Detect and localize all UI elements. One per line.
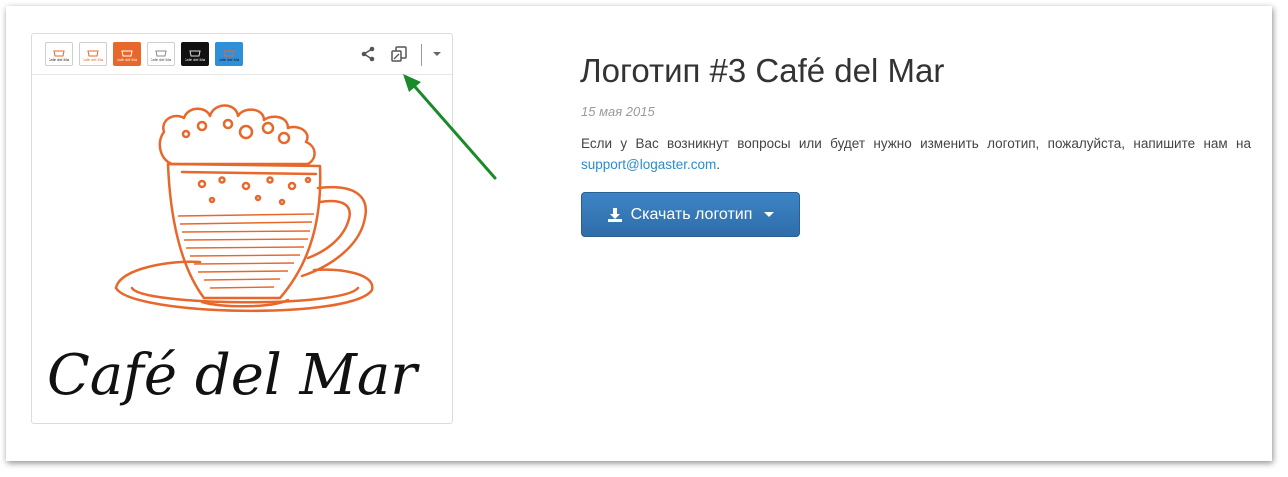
logo-date: 15 мая 2015 xyxy=(581,104,655,119)
logo-toolbar: Café del Mar Café del Mar Café del Mar C… xyxy=(32,34,452,75)
variant-thumb-blue[interactable]: Café del Mar xyxy=(215,42,243,66)
description-suffix: . xyxy=(716,157,721,172)
logo-wordmark: Café del Mar xyxy=(47,343,420,408)
logo-preview-card: Café del Mar Café del Mar Café del Mar C… xyxy=(31,33,453,424)
copy-icon[interactable] xyxy=(389,44,409,64)
annotation-arrow xyxy=(403,74,497,180)
svg-text:Café del Mar: Café del Mar xyxy=(83,57,103,62)
download-logo-button[interactable]: Скачать логотип xyxy=(581,192,800,237)
page-title: Логотип #3 Café del Mar xyxy=(580,52,945,89)
variant-thumb-white[interactable]: Café del Mar xyxy=(45,42,73,66)
variant-thumb-gray[interactable]: Café del Mar xyxy=(147,42,175,66)
share-icon[interactable] xyxy=(358,44,378,64)
svg-text:Café del Mar: Café del Mar xyxy=(151,57,171,62)
variant-thumb-orange[interactable]: Café del Mar xyxy=(113,42,141,66)
svg-text:Café del Mar: Café del Mar xyxy=(117,57,137,62)
download-icon xyxy=(607,207,622,222)
dropdown-caret-icon xyxy=(764,212,775,217)
svg-text:Café del Mar: Café del Mar xyxy=(49,57,69,62)
download-button-label: Скачать логотип xyxy=(630,205,753,223)
description-text: Если у Вас возникнут вопросы или будет н… xyxy=(581,136,1251,151)
svg-text:Café del Mar: Café del Mar xyxy=(219,57,239,62)
chevron-down-icon[interactable] xyxy=(427,44,447,64)
svg-text:Café del Mar: Café del Mar xyxy=(185,57,205,62)
toolbar-divider xyxy=(421,44,422,66)
logo-image: Café del Mar xyxy=(32,76,452,422)
logo-description: Если у Вас возникнут вопросы или будет н… xyxy=(581,133,1251,175)
variant-thumb-white-orange[interactable]: Café del Mar xyxy=(79,42,107,66)
variant-thumb-black[interactable]: Café del Mar xyxy=(181,42,209,66)
support-email-link[interactable]: support@logaster.com xyxy=(581,157,716,172)
